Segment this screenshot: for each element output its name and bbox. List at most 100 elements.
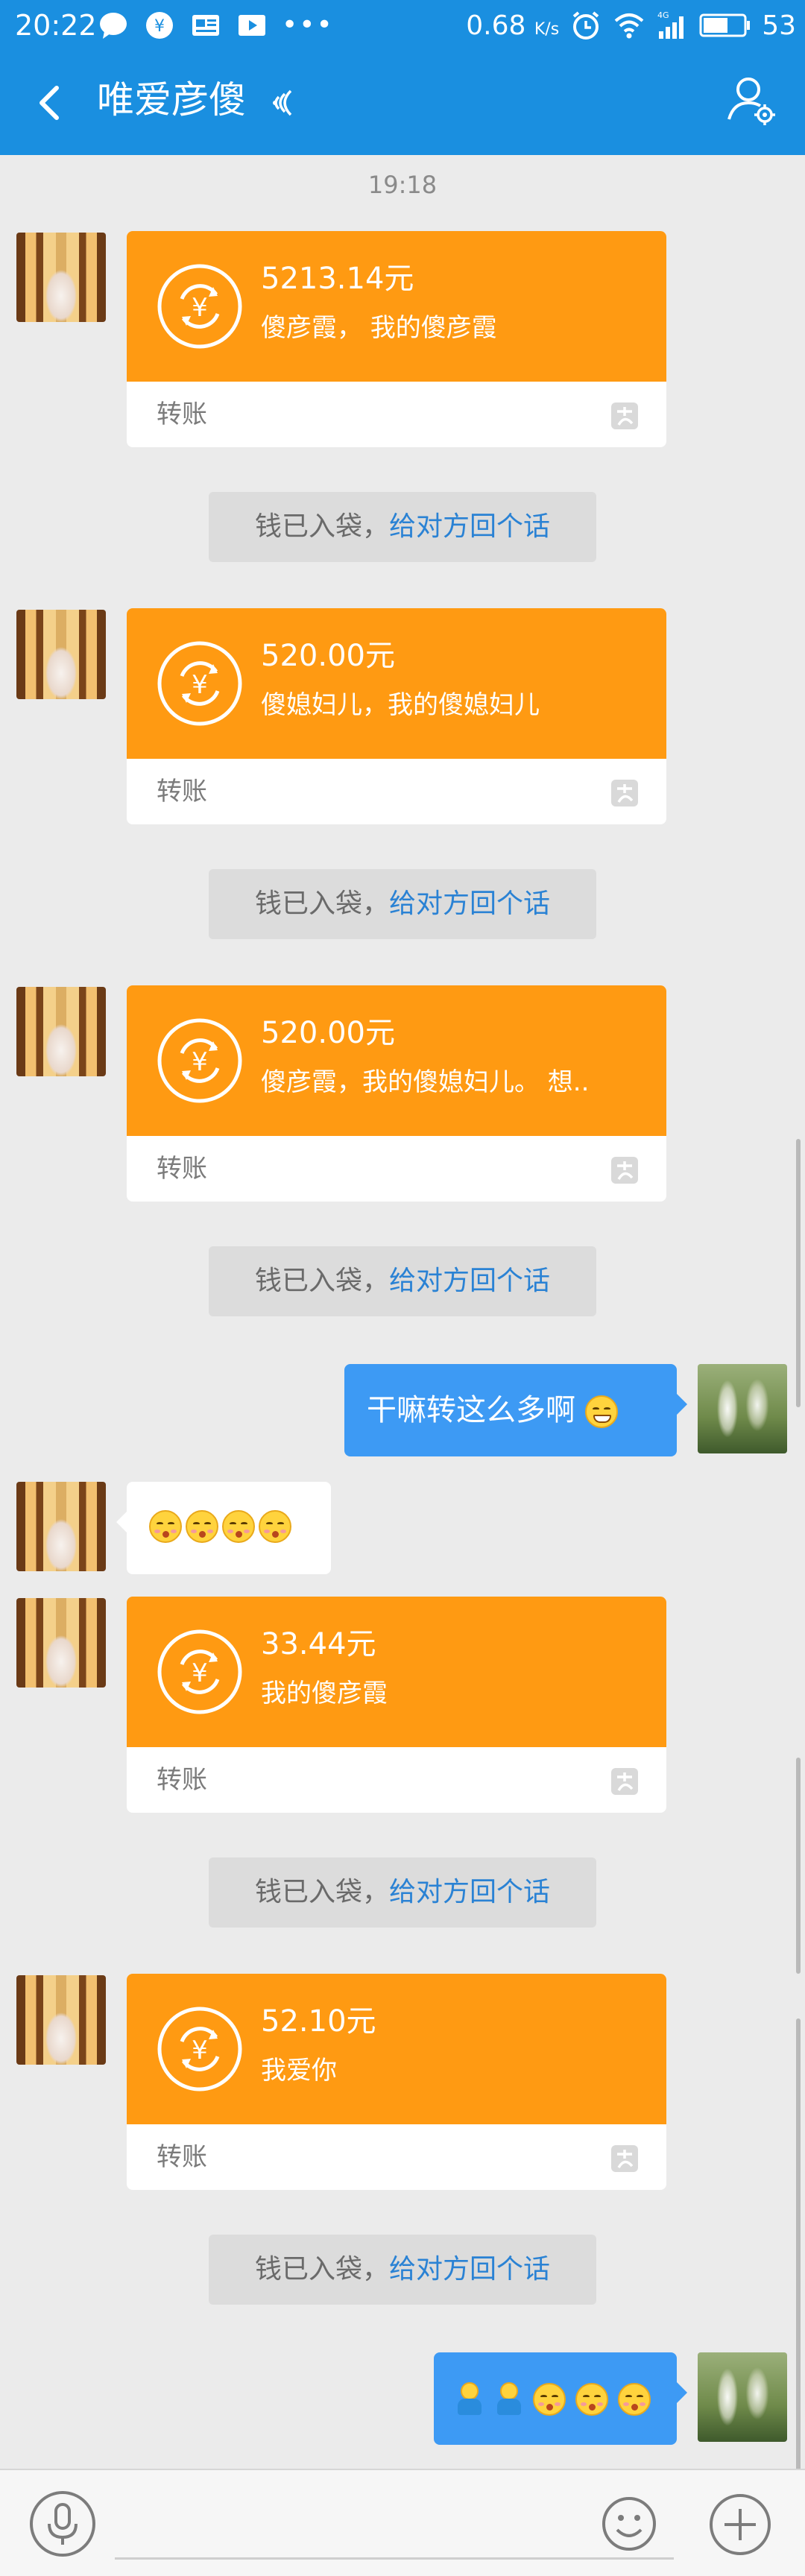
my-emoji-bubble[interactable] <box>434 2352 687 2445</box>
message-input[interactable] <box>115 2485 674 2560</box>
transfer-card-footer: 转账 <box>127 2124 666 2190</box>
kissing-face-emoji <box>186 1510 219 1543</box>
notice-text: 钱已入袋， <box>254 1266 389 1296</box>
scrollbar-thumb[interactable] <box>796 1758 801 1974</box>
notice-text: 钱已入袋， <box>254 2254 389 2285</box>
kissing-face-emoji <box>617 2383 651 2416</box>
received-notice: 钱已入袋，给对方回个话 <box>209 869 596 939</box>
plus-icon[interactable] <box>708 2493 772 2557</box>
transfer-icon: ¥ <box>157 1018 242 1103</box>
transfer-card-header: ¥ 5213.14元 傻彦霞， 我的傻彦霞 <box>127 231 666 382</box>
notice-text: 钱已入袋， <box>254 888 389 919</box>
reply-link[interactable]: 给对方回个话 <box>389 2254 550 2285</box>
transfer-icon: ¥ <box>157 2007 242 2092</box>
speed-value: 0.68 <box>466 10 526 41</box>
smiley-icon[interactable] <box>601 2496 657 2552</box>
back-arrow-icon[interactable] <box>27 80 72 125</box>
status-right: 0.68 K/s 4G 53 <box>466 6 796 45</box>
transfer-card-footer: 转账 <box>127 1136 666 1202</box>
title-bar: 唯爱彦傻 <box>0 51 805 155</box>
transfer-amount: 52.10元 <box>261 2004 376 2039</box>
transfer-label: 转账 <box>157 2142 207 2172</box>
notice-text: 钱已入袋， <box>254 1877 389 1907</box>
transfer-memo: 我的傻彦霞 <box>261 1679 388 1708</box>
kissing-face-emoji <box>533 2383 566 2416</box>
my-message-text: 干嘛转这么多啊 <box>367 1393 575 1427</box>
my-avatar[interactable] <box>698 1364 787 1453</box>
transfer-memo: 我爱你 <box>261 2056 337 2086</box>
transfer-icon: ¥ <box>157 641 242 726</box>
top-bar: 20:22 ¥ ••• 0.68 K/s 4G 53 唯爱彦傻 <box>0 0 805 155</box>
contact-avatar[interactable] <box>16 233 106 322</box>
transfer-amount: 5213.14元 <box>261 262 414 296</box>
transfer-card[interactable]: ¥ 5213.14元 傻彦霞， 我的傻彦霞 转账 <box>127 231 666 447</box>
speed-unit: K/s <box>534 19 560 39</box>
transfer-amount: 520.00元 <box>261 1016 395 1050</box>
transfer-amount: 33.44元 <box>261 1627 376 1661</box>
profile-settings-icon[interactable] <box>726 73 778 130</box>
transfer-label: 转账 <box>157 400 207 429</box>
reply-link[interactable]: 给对方回个话 <box>389 511 550 542</box>
message-timestamp: 19:18 <box>367 171 438 199</box>
kissing-face-emoji <box>149 1510 182 1543</box>
transfer-card[interactable]: ¥ 520.00元 傻彦霞，我的傻媳妇儿。 想.. 转账 <box>127 985 666 1202</box>
transfer-card-footer: 转账 <box>127 759 666 824</box>
my-avatar[interactable] <box>698 2352 787 2442</box>
svg-text:¥: ¥ <box>154 17 165 36</box>
transfer-card-footer: 转账 <box>127 382 666 447</box>
reply-link[interactable]: 给对方回个话 <box>389 888 550 919</box>
alipay-icon <box>611 2145 638 2172</box>
transfer-card-header: ¥ 33.44元 我的傻彦霞 <box>127 1597 666 1747</box>
battery-icon <box>699 13 751 37</box>
kissing-face-emoji <box>575 2383 609 2416</box>
notification-icons: ¥ ••• <box>97 7 334 43</box>
kissing-face-emoji <box>222 1510 256 1543</box>
notice-text: 钱已入袋， <box>254 511 389 542</box>
message-bubble-icon <box>100 13 127 39</box>
transfer-amount: 520.00元 <box>261 639 395 673</box>
svg-text:¥: ¥ <box>192 670 208 700</box>
payment-icon: ¥ <box>146 12 173 39</box>
transfer-label: 转账 <box>157 1154 207 1184</box>
wifi-icon <box>614 13 644 39</box>
hugging-figure-emoji <box>494 2382 524 2416</box>
contact-avatar[interactable] <box>16 1975 106 2065</box>
contact-emoji-bubble[interactable] <box>116 1482 331 1574</box>
more-notifications-icon: ••• <box>282 10 334 40</box>
contact-avatar[interactable] <box>16 610 106 699</box>
transfer-card-footer: 转账 <box>127 1747 666 1813</box>
signal-icon: 4G <box>657 10 684 39</box>
alipay-icon <box>611 402 638 429</box>
microphone-icon[interactable] <box>28 2490 97 2558</box>
voice-mode-icon <box>273 89 292 116</box>
reply-link[interactable]: 给对方回个话 <box>389 1266 550 1296</box>
transfer-icon: ¥ <box>157 1629 242 1714</box>
received-notice: 钱已入袋，给对方回个话 <box>209 2235 596 2305</box>
my-message-bubble[interactable]: 干嘛转这么多啊 <box>344 1364 687 1456</box>
contact-avatar[interactable] <box>16 987 106 1076</box>
transfer-memo: 傻媳妇儿，我的傻媳妇儿 <box>261 690 540 720</box>
input-bar <box>0 2469 805 2576</box>
chat-area[interactable]: 19:18 ¥ 5213.14元 傻彦霞， 我的傻彦霞 转账 钱已入袋，给对方回… <box>0 155 805 2576</box>
reply-link[interactable]: 给对方回个话 <box>389 1877 550 1907</box>
news-icon <box>192 15 219 36</box>
transfer-card[interactable]: ¥ 33.44元 我的傻彦霞 转账 <box>127 1597 666 1813</box>
network-type: 4G <box>657 10 669 20</box>
contact-avatar[interactable] <box>16 1598 106 1688</box>
battery-level: 53 <box>762 10 796 41</box>
grinning-face-emoji <box>584 1395 618 1428</box>
svg-text:¥: ¥ <box>192 1658 208 1688</box>
svg-text:¥: ¥ <box>192 1047 208 1077</box>
transfer-card[interactable]: ¥ 520.00元 傻媳妇儿，我的傻媳妇儿 转账 <box>127 608 666 824</box>
transfer-card-header: ¥ 520.00元 傻媳妇儿，我的傻媳妇儿 <box>127 608 666 759</box>
transfer-label: 转账 <box>157 777 207 806</box>
kissing-face-emoji <box>259 1510 292 1543</box>
svg-text:¥: ¥ <box>192 2036 208 2065</box>
hugging-figure-emoji <box>455 2382 484 2416</box>
alipay-icon <box>611 1157 638 1184</box>
contact-avatar[interactable] <box>16 1482 106 1571</box>
video-icon <box>239 15 265 36</box>
alipay-icon <box>611 1768 638 1795</box>
transfer-card[interactable]: ¥ 52.10元 我爱你 转账 <box>127 1974 666 2190</box>
scrollbar-thumb[interactable] <box>796 1139 801 1407</box>
